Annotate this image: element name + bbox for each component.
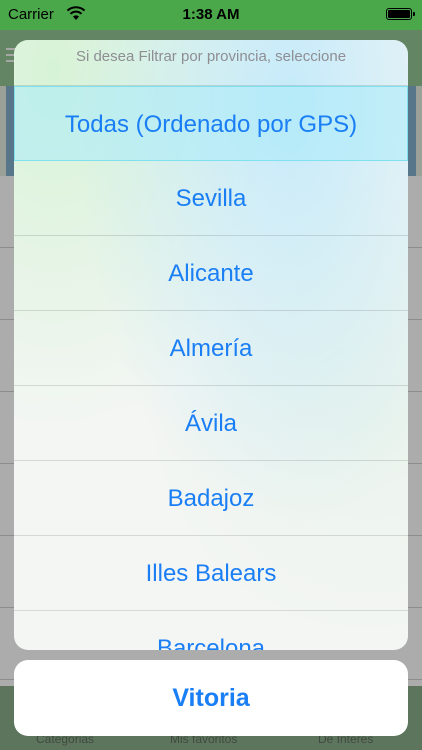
option-almeria[interactable]: Almería [14, 311, 408, 386]
option-todas[interactable]: Todas (Ordenado por GPS) [14, 86, 408, 161]
battery-icon [386, 8, 415, 20]
option-avila[interactable]: Ávila [14, 386, 408, 461]
option-illes-balears[interactable]: Illes Balears [14, 536, 408, 611]
clock: 1:38 AM [182, 6, 240, 23]
action-sheet: Si desea Filtrar por provincia, seleccio… [14, 40, 408, 650]
action-sheet-title: Si desea Filtrar por provincia, seleccio… [14, 40, 408, 86]
cancel-button[interactable]: Vitoria [14, 660, 408, 736]
option-sevilla[interactable]: Sevilla [14, 161, 408, 236]
status-bar: Carrier 1:38 AM [0, 0, 422, 30]
option-alicante[interactable]: Alicante [14, 236, 408, 311]
option-badajoz[interactable]: Badajoz [14, 461, 408, 536]
option-barcelona[interactable]: Barcelona [14, 611, 408, 650]
